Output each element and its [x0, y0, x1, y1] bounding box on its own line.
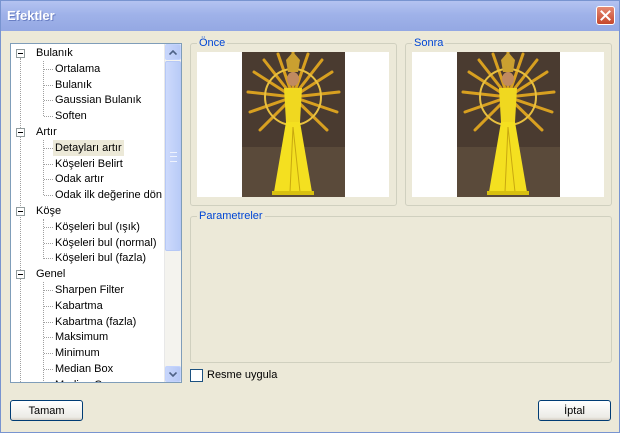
tree-item[interactable]: Kabartma (fazla)	[55, 314, 136, 330]
tree-collapse-toggle[interactable]	[16, 128, 25, 137]
tree-connector-line	[44, 84, 53, 86]
after-preview	[412, 52, 604, 197]
window-title: Efektler	[7, 8, 55, 23]
before-image	[242, 52, 345, 197]
tree-connector-line	[44, 305, 53, 307]
effects-dialog: Efektler Bulanık Ortalama Bulanık Gaussian …	[0, 0, 620, 433]
tree-collapse-toggle[interactable]	[16, 49, 25, 58]
tree-item[interactable]: Sharpen Filter	[55, 282, 124, 298]
after-label: Sonra	[412, 36, 446, 50]
tree-collapse-toggle[interactable]	[16, 270, 25, 280]
tree-connector-line	[44, 195, 53, 197]
tree-item[interactable]: Kabartma	[55, 298, 103, 314]
tree-item[interactable]: Median Box	[55, 361, 113, 377]
before-label: Önce	[197, 36, 228, 50]
before-preview	[197, 52, 389, 197]
scroll-thumb[interactable]	[165, 61, 181, 251]
tree-scrollbar[interactable]	[164, 44, 181, 382]
tree-connector-line	[44, 242, 53, 244]
tree-item[interactable]: Odak ilk değerine dön	[55, 187, 162, 203]
tree-item[interactable]: Köşeleri bul (ışık)	[55, 219, 140, 235]
tree-item[interactable]: Maksimum	[55, 329, 108, 345]
tree-category[interactable]: Köşe	[36, 203, 61, 219]
tree-item[interactable]: Bulanık	[55, 77, 92, 93]
title-bar[interactable]: Efektler	[1, 1, 619, 31]
scroll-up-button[interactable]	[165, 44, 181, 60]
tree-connector-line	[44, 226, 53, 228]
tree-item[interactable]: Köşeleri Belirt	[55, 156, 123, 172]
tree-item[interactable]: Minimum	[55, 345, 100, 361]
tree-item[interactable]: Soften	[55, 108, 87, 124]
before-group: Önce	[190, 36, 397, 206]
tree-connector-line	[44, 163, 53, 165]
apply-to-image-checkbox[interactable]	[190, 368, 203, 382]
grip-icon	[170, 152, 177, 162]
after-image	[457, 52, 560, 197]
tree-item[interactable]: Ortalama	[55, 61, 100, 77]
tree-category[interactable]: Artır	[36, 124, 57, 140]
tree-item[interactable]: Median Cross	[55, 377, 123, 382]
effects-tree-content: Bulanık Ortalama Bulanık Gaussian Bulanık So…	[11, 44, 166, 382]
tree-connector-line	[44, 321, 53, 323]
parameters-group: Parametreler	[190, 209, 612, 363]
tree-connector-line	[44, 258, 53, 260]
tree-connector-line	[44, 68, 53, 70]
tree-connector-line	[43, 219, 44, 259]
tree-item-selected[interactable]: Detayları artır	[53, 139, 124, 156]
tree-item[interactable]: Köşeleri bul (normal)	[55, 235, 156, 251]
after-group: Sonra	[405, 36, 612, 206]
tree-root-line	[20, 58, 21, 382]
tree-connector-line	[44, 179, 53, 181]
scroll-down-button[interactable]	[165, 366, 181, 382]
close-icon	[600, 10, 611, 21]
effects-tree[interactable]: Bulanık Ortalama Bulanık Gaussian Bulanık So…	[10, 43, 182, 383]
tree-connector-line	[44, 116, 53, 118]
apply-to-image-label: Resme uygula	[207, 369, 278, 381]
tree-collapse-toggle[interactable]	[16, 207, 25, 216]
chevron-down-icon	[169, 371, 177, 377]
cancel-button[interactable]: İptal	[538, 400, 611, 421]
apply-to-image-row[interactable]: Resme uygula	[190, 368, 277, 382]
parameters-label: Parametreler	[197, 209, 265, 223]
tree-connector-line	[44, 353, 53, 355]
tree-item[interactable]: Gaussian Bulanık	[55, 92, 141, 108]
tree-connector-line	[44, 147, 53, 149]
tree-category[interactable]: Bulanık	[36, 45, 73, 61]
ok-button[interactable]: Tamam	[10, 400, 83, 421]
tree-connector-line	[44, 369, 53, 370]
tree-connector-line	[44, 290, 53, 291]
tree-item[interactable]: Köşeleri bul (fazla)	[55, 250, 146, 266]
tree-connector-line	[44, 337, 53, 339]
tree-connector-line	[44, 100, 53, 102]
close-button[interactable]	[596, 6, 615, 25]
tree-connector-line	[43, 282, 44, 382]
tree-item[interactable]: Odak artır	[55, 171, 104, 187]
tree-category[interactable]: Genel	[36, 266, 65, 282]
chevron-up-icon	[169, 49, 177, 55]
